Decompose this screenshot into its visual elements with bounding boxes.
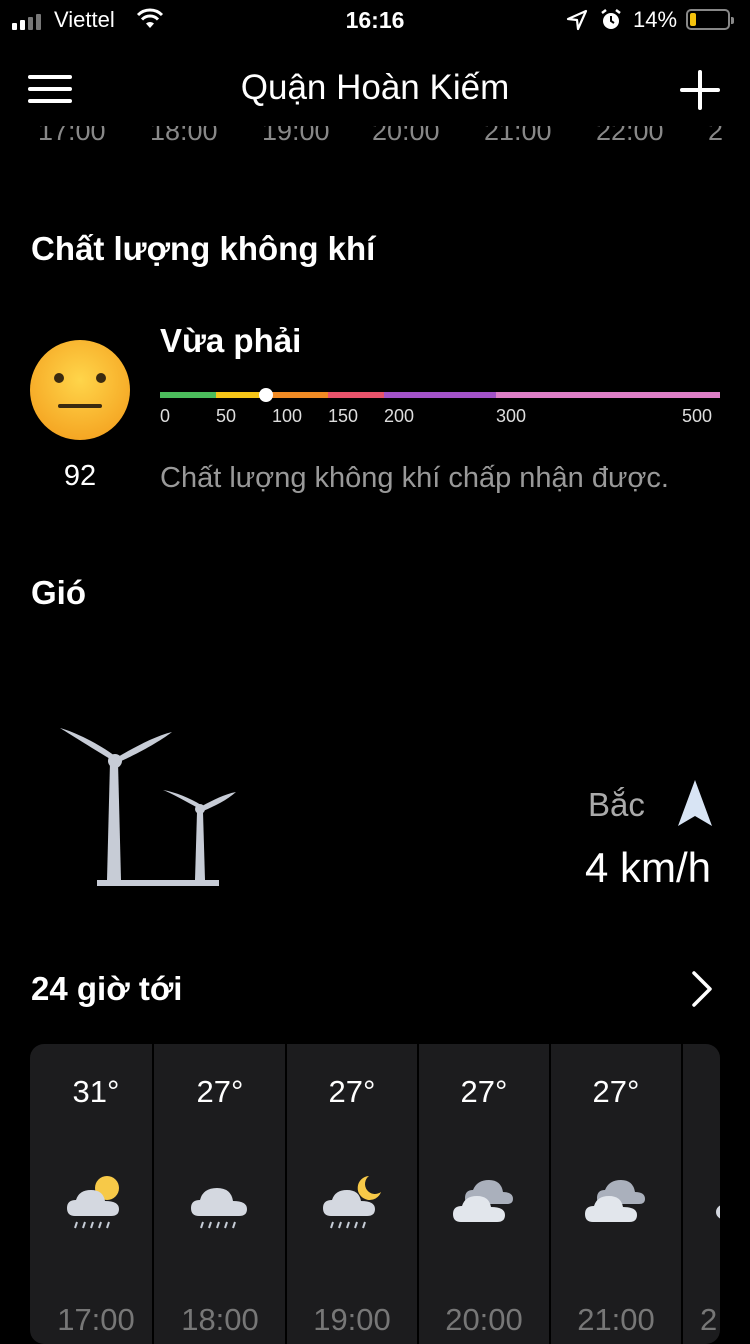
- chevron-right-icon[interactable]: [690, 970, 714, 1008]
- aqi-status: Vừa phải: [160, 322, 302, 359]
- hour-column[interactable]: 27° 18:00: [154, 1044, 286, 1344]
- hour-label: 21:00: [484, 126, 552, 146]
- hour-time: 19:00: [313, 1302, 391, 1337]
- hourly-forecast-strip[interactable]: 31° 17:00 27° 18:00 27° 19:00 27° 20:00 …: [30, 1044, 720, 1344]
- scale-label: 300: [496, 406, 527, 426]
- hour-column[interactable]: 27° 20:00: [418, 1044, 550, 1344]
- aqi-marker: [259, 388, 273, 402]
- hour-label: 19:00: [262, 126, 330, 146]
- hour-label: 2: [708, 126, 724, 146]
- wind-title: Gió: [31, 574, 86, 611]
- scale-label: 50: [216, 406, 237, 426]
- scale-label: 500: [682, 406, 713, 426]
- hour-label: 20:00: [372, 126, 440, 146]
- hour-time: 20:00: [445, 1302, 523, 1337]
- aqi-description: Chất lượng không khí chấp nhận được.: [160, 462, 669, 494]
- plus-icon[interactable]: [680, 70, 720, 110]
- hour-time: 17:00: [57, 1302, 135, 1337]
- hour-column[interactable]: 27° 21:00: [550, 1044, 682, 1344]
- location-arrow-icon: [566, 9, 588, 31]
- page-title: Quận Hoàn Kiếm: [240, 68, 510, 107]
- battery-percent: 14%: [633, 7, 678, 32]
- navigation-arrow-icon: [678, 780, 712, 826]
- neutral-face-icon: [30, 340, 130, 440]
- cloud-rain-icon: [191, 1188, 247, 1229]
- scale-label: 150: [328, 406, 359, 426]
- cloudy-icon: [585, 1180, 645, 1222]
- hour-temp: 27°: [196, 1074, 244, 1109]
- scale-label: 0: [160, 406, 171, 426]
- scale-label: 100: [272, 406, 303, 426]
- previous-hours-row: 17:00 18:00 19:00 20:00 21:00 22:00 2: [0, 126, 750, 148]
- battery-icon: [686, 9, 734, 30]
- hour-column[interactable]: 31° 17:00: [30, 1044, 162, 1344]
- cloudy-icon: [716, 1205, 720, 1219]
- alarm-icon: [601, 9, 621, 29]
- hour-label: 17:00: [38, 126, 106, 146]
- hour-time: 21:00: [577, 1302, 655, 1337]
- hour-label: 18:00: [150, 126, 218, 146]
- hour-column[interactable]: 27° 19:00: [286, 1044, 418, 1344]
- wind-turbine-icon: [60, 728, 236, 886]
- wind-direction: Bắc: [588, 786, 645, 823]
- wind-speed: 4 km/h: [585, 844, 712, 891]
- partly-moon-rain-icon: [323, 1176, 381, 1229]
- hour-temp: 27°: [592, 1074, 640, 1109]
- aqi-value: 92: [63, 460, 97, 492]
- hour-label: 22:00: [596, 126, 664, 146]
- hour-temp: 27°: [328, 1074, 376, 1109]
- aqi-scale-bar: [160, 392, 720, 398]
- next24-title[interactable]: 24 giờ tới: [31, 970, 182, 1008]
- hour-temp: 31°: [72, 1074, 120, 1109]
- status-bar: Viettel 16:16 14%: [0, 0, 750, 40]
- hour-time: 18:00: [181, 1302, 259, 1337]
- air-quality-title: Chất lượng không khí: [31, 230, 376, 267]
- partly-sunny-rain-icon: [67, 1176, 119, 1229]
- hour-temp: 27°: [460, 1074, 508, 1109]
- scale-label: 200: [384, 406, 415, 426]
- hour-time: 2: [700, 1302, 718, 1337]
- hour-column[interactable]: 2: [682, 1044, 720, 1344]
- cloudy-icon: [453, 1180, 513, 1222]
